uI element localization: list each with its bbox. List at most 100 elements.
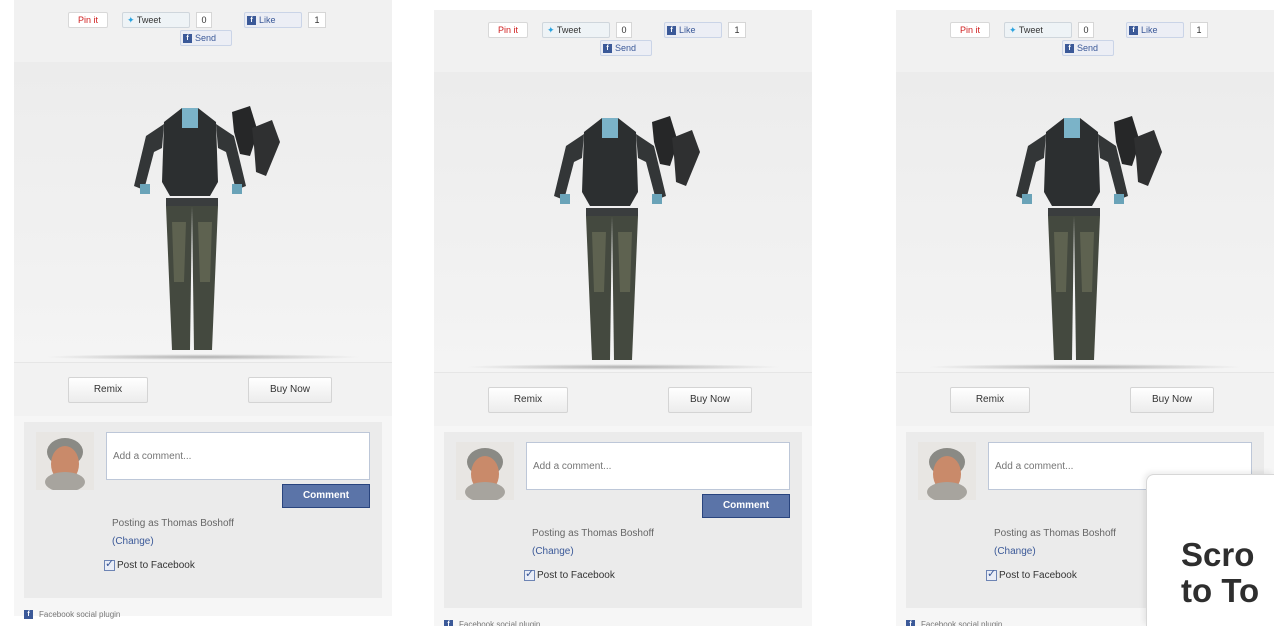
avatar [918, 442, 976, 500]
facebook-icon: f [1065, 44, 1074, 54]
tweet-label: Tweet [556, 25, 581, 35]
outfit-image [434, 72, 812, 372]
plugin-footer: f Facebook social plugin [24, 604, 392, 626]
post-to-facebook-option[interactable]: Post to Facebook [986, 567, 1077, 582]
remix-button[interactable]: Remix [950, 387, 1030, 413]
remix-button[interactable]: Remix [68, 377, 148, 403]
send-label: Send [615, 43, 637, 53]
action-row: Remix Buy Now [14, 362, 392, 416]
comment-input[interactable] [526, 442, 790, 490]
posting-as-text: Posting as Thomas Boshoff [112, 518, 234, 529]
outfit-illustration [554, 116, 700, 360]
post-to-facebook-label: Post to Facebook [117, 560, 195, 572]
tweet-button[interactable]: ✦ Tweet [1004, 22, 1072, 38]
like-label: Like [679, 25, 696, 35]
tweet-count: 0 [616, 22, 632, 38]
leather-jacket-image [134, 108, 246, 196]
avatar [36, 432, 94, 490]
posting-as-text: Posting as Thomas Boshoff [532, 528, 654, 539]
user-photo [456, 442, 514, 500]
buy-now-button[interactable]: Buy Now [1130, 387, 1214, 413]
like-button[interactable]: f Like [1126, 22, 1184, 38]
twitter-bird-icon: ✦ [127, 15, 135, 25]
send-button[interactable]: f Send [180, 30, 232, 46]
scroll-to-top-popup[interactable]: Scro to To [1146, 474, 1274, 626]
tweet-label: Tweet [1018, 25, 1043, 35]
pin-it-button[interactable]: Pin it [488, 22, 528, 38]
facebook-icon: f [444, 620, 453, 626]
plugin-label[interactable]: Facebook social plugin [459, 620, 540, 626]
facebook-icon: f [603, 44, 612, 54]
jeans-image [166, 198, 218, 350]
floor-shadow [926, 364, 1244, 370]
post-to-facebook-checkbox[interactable] [986, 567, 997, 581]
like-button[interactable]: f Like [664, 22, 722, 38]
scroll-to-top-line-2: to To [1181, 572, 1260, 609]
tweet-count: 0 [196, 12, 212, 28]
user-photo [36, 432, 94, 490]
change-link[interactable]: (Change) [532, 546, 574, 557]
pin-it-button[interactable]: Pin it [950, 22, 990, 38]
like-count: 1 [308, 12, 326, 28]
floor-shadow [44, 354, 362, 360]
twitter-bird-icon: ✦ [1009, 25, 1017, 35]
facebook-icon: f [24, 610, 33, 620]
tweet-button[interactable]: ✦ Tweet [122, 12, 190, 28]
facebook-icon: f [247, 16, 256, 26]
buy-now-button[interactable]: Buy Now [248, 377, 332, 403]
tweet-button[interactable]: ✦ Tweet [542, 22, 610, 38]
share-bar: Pin it ✦ Tweet 0 f Like 1 f Send [434, 10, 812, 72]
outfit-panel-2: Pin it ✦ Tweet 0 f Like 1 f Send Remix B… [434, 10, 812, 626]
tweet-label: Tweet [136, 15, 161, 25]
plugin-label[interactable]: Facebook social plugin [921, 620, 1002, 626]
like-button[interactable]: f Like [244, 12, 302, 28]
posting-as-text: Posting as Thomas Boshoff [994, 528, 1116, 539]
share-bar: Pin it ✦ Tweet 0 f Like 1 f Send [14, 0, 392, 62]
like-count: 1 [728, 22, 746, 38]
post-to-facebook-option[interactable]: Post to Facebook [104, 557, 195, 572]
plugin-footer: f Facebook social plugin [444, 614, 812, 626]
action-row: Remix Buy Now [434, 372, 812, 426]
facebook-icon: f [183, 34, 192, 44]
pin-it-button[interactable]: Pin it [68, 12, 108, 28]
outfit-image [896, 72, 1274, 372]
outfit-illustration [134, 106, 280, 350]
buy-now-button[interactable]: Buy Now [668, 387, 752, 413]
outfit-image [14, 62, 392, 362]
send-label: Send [195, 33, 217, 43]
post-to-facebook-checkbox[interactable] [524, 567, 535, 581]
change-link[interactable]: (Change) [994, 546, 1036, 557]
scroll-to-top-line-1: Scro [1181, 536, 1255, 573]
comment-input[interactable] [106, 432, 370, 480]
like-label: Like [259, 15, 276, 25]
post-to-facebook-label: Post to Facebook [999, 570, 1077, 582]
floor-shadow [464, 364, 782, 370]
share-bar: Pin it ✦ Tweet 0 f Like 1 f Send [896, 10, 1274, 72]
avatar [456, 442, 514, 500]
send-label: Send [1077, 43, 1099, 53]
facebook-icon: f [1129, 26, 1138, 36]
outfit-panel-1: Pin it ✦ Tweet 0 f Like 1 f Send Remix B… [14, 0, 392, 620]
comment-section: Comment Posting as Thomas Boshoff (Chang… [24, 422, 382, 598]
comment-section: Comment Posting as Thomas Boshoff (Chang… [444, 432, 802, 608]
post-to-facebook-label: Post to Facebook [537, 570, 615, 582]
like-label: Like [1141, 25, 1158, 35]
user-photo [918, 442, 976, 500]
plugin-label[interactable]: Facebook social plugin [39, 610, 120, 619]
leather-jacket-image [554, 118, 666, 206]
comment-button[interactable]: Comment [282, 484, 370, 508]
twitter-bird-icon: ✦ [547, 25, 555, 35]
change-link[interactable]: (Change) [112, 536, 154, 547]
send-button[interactable]: f Send [1062, 40, 1114, 56]
jeans-image [1048, 208, 1100, 360]
facebook-icon: f [906, 620, 915, 626]
post-to-facebook-checkbox[interactable] [104, 557, 115, 571]
comment-button[interactable]: Comment [702, 494, 790, 518]
leather-jacket-image [1016, 118, 1128, 206]
remix-button[interactable]: Remix [488, 387, 568, 413]
send-button[interactable]: f Send [600, 40, 652, 56]
jeans-image [586, 208, 638, 360]
scroll-to-top-text[interactable]: Scro to To [1181, 537, 1259, 609]
outfit-illustration [1016, 116, 1162, 360]
post-to-facebook-option[interactable]: Post to Facebook [524, 567, 615, 582]
